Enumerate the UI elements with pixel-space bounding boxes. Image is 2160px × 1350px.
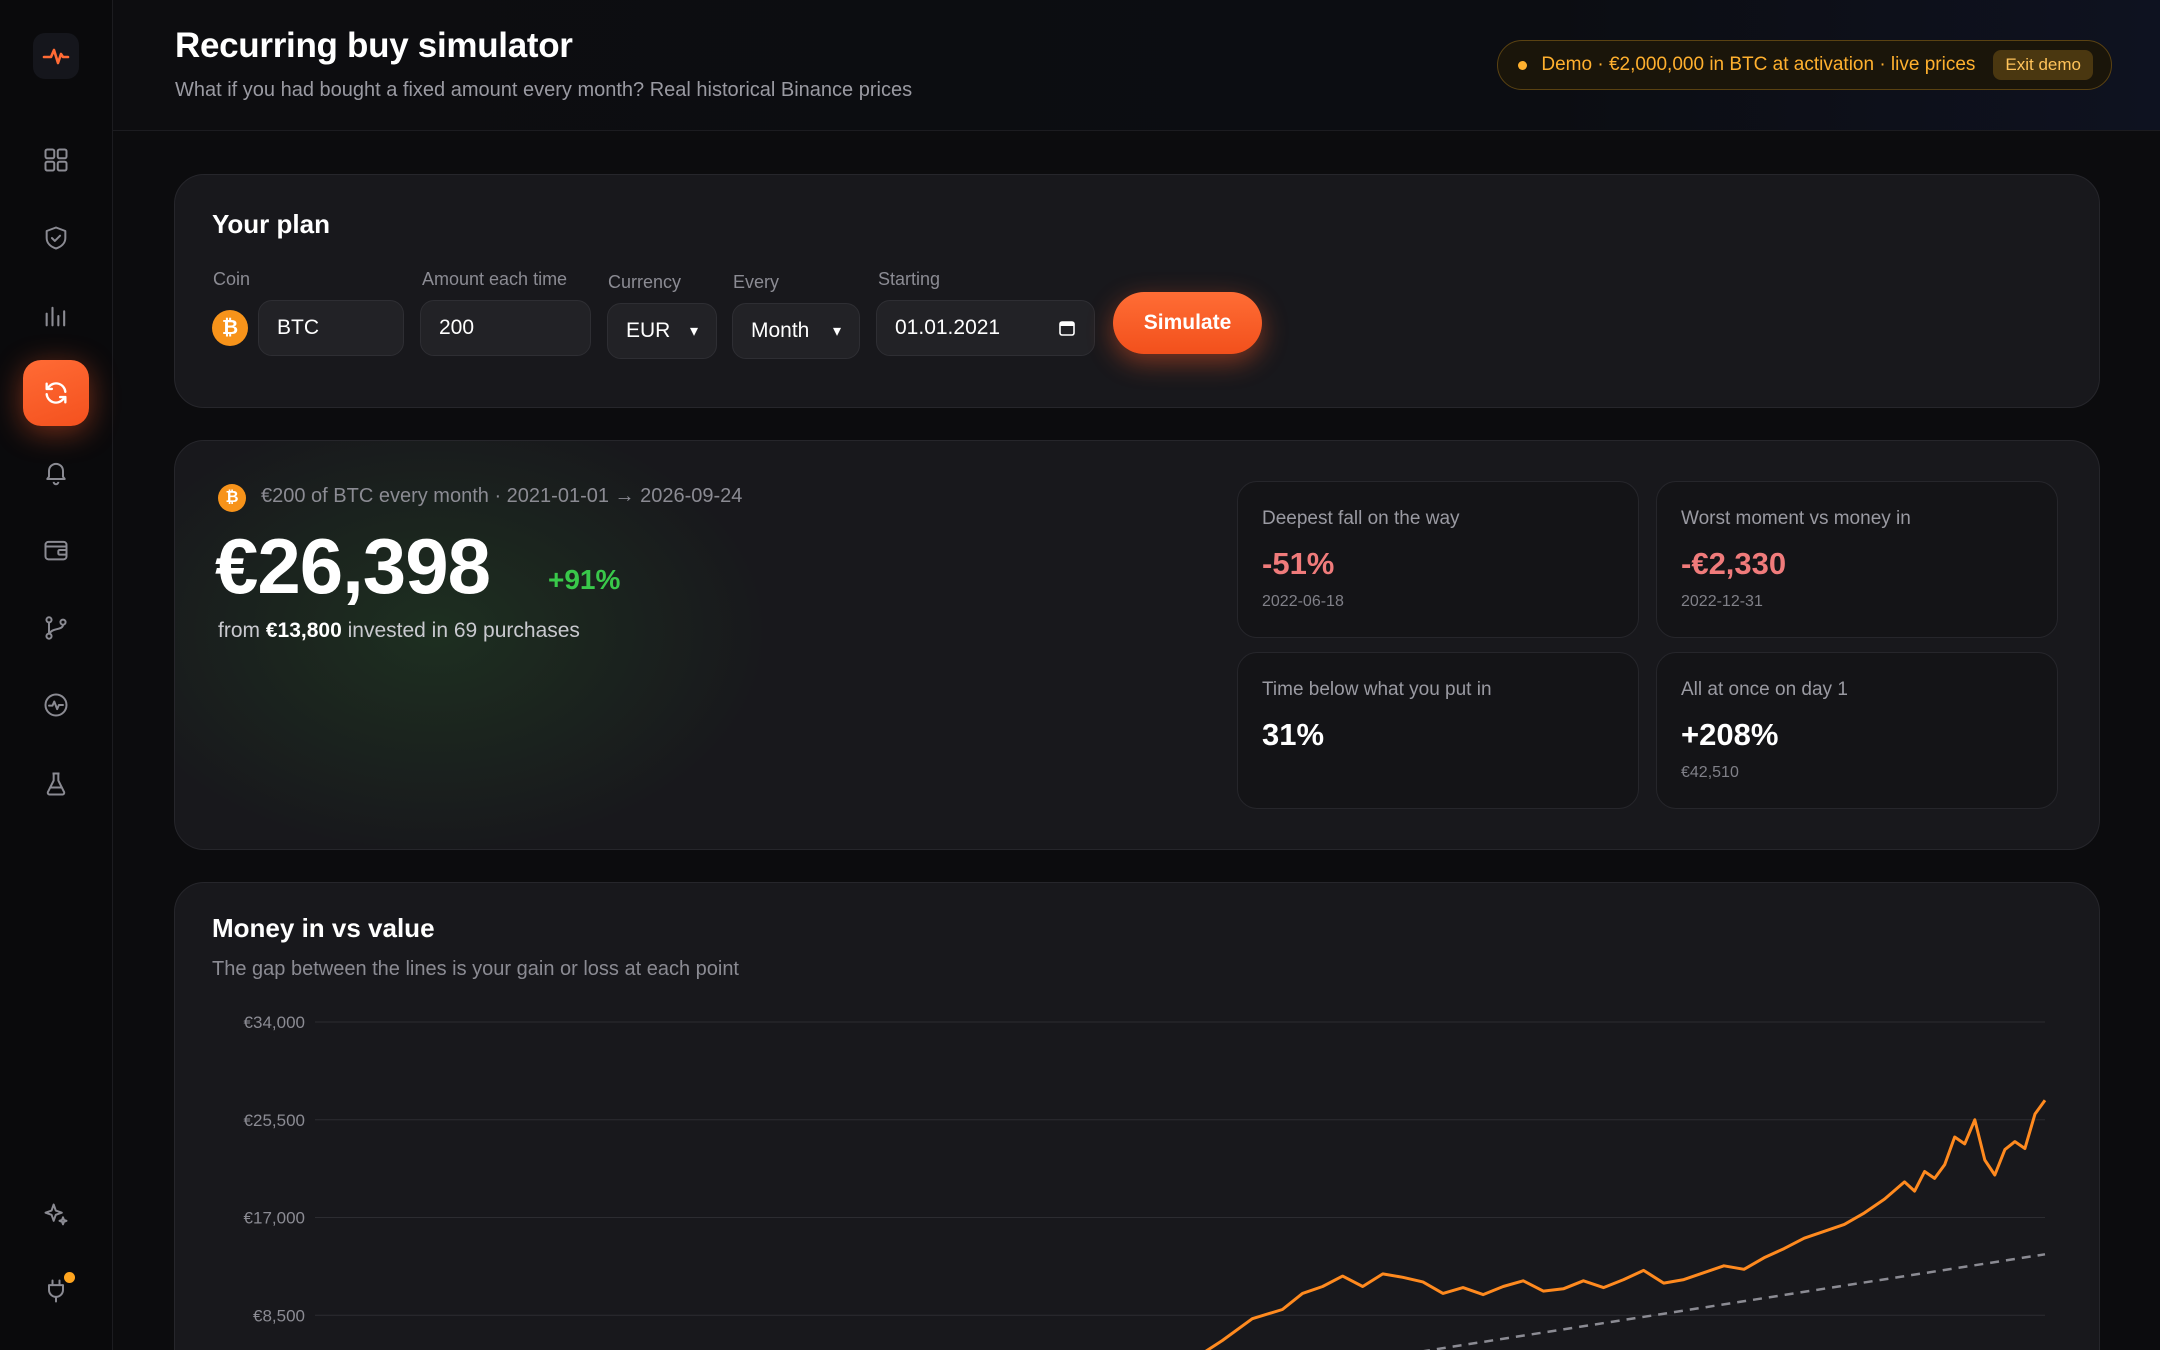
value-line [1204,1099,2047,1350]
invested-amount: €13,800 [265,619,342,642]
sidebar-item-flows[interactable] [23,595,89,661]
pulse-logo-icon [42,48,70,65]
page-header: Recurring buy simulator What if you had … [113,0,2160,131]
coin-label: Coin [213,269,251,289]
amount-value: 200 [439,316,475,339]
stat-value: -€2,330 [1681,546,1787,581]
currency-value: EUR [626,319,671,342]
amount-label: Amount each time [422,269,568,289]
y-tick-label: €8,500 [253,1306,305,1325]
sidebar-item-activity[interactable] [23,672,89,738]
simulate-button[interactable]: Simulate [1113,292,1262,354]
sidebar-item-recurring[interactable] [23,360,89,426]
stat-worst-moment: Worst moment vs money in -€2,330 2022-12… [1656,481,2058,638]
bell-icon [46,462,66,486]
stat-sub-value: €42,510 [1681,764,1739,781]
coin-input[interactable]: BTC [258,300,404,356]
currency-select[interactable]: EUR ▾ [607,303,717,359]
frequency-select[interactable]: Month ▾ [732,303,860,359]
stat-date: 2022-12-31 [1681,593,1763,610]
stat-label: Time below what you put in [1262,679,1492,700]
notification-badge [64,1272,75,1283]
stat-label: Worst moment vs money in [1681,508,1911,529]
sidebar-item-lab[interactable] [23,751,89,817]
sidebar-item-analytics[interactable] [23,283,89,349]
chevron-down-icon: ▾ [689,323,698,340]
money-vs-value-chart[interactable]: €34,000 €25,500 €17,000 €8,500 [175,883,2101,1350]
page-title: Recurring buy simulator [175,26,573,65]
sparkles-icon [44,1203,68,1226]
results-card: ₿ €200 of BTC every month · 2021-01-01 →… [174,440,2100,850]
branch-icon [45,616,67,640]
starting-label: Starting [878,269,941,289]
stat-label: Deepest fall on the way [1262,508,1460,529]
plan-summary: €200 of BTC every month · 2021-01-01 → 2… [261,485,743,507]
sidebar-item-security[interactable] [23,205,89,271]
stat-value: 31% [1262,717,1325,752]
chevron-down-icon: ▾ [832,323,841,340]
bar-chart-icon [45,306,66,327]
activity-icon [44,693,68,717]
y-tick-label: €34,000 [244,1013,305,1032]
frequency-value: Month [751,319,810,342]
sidebar-item-wallet[interactable] [23,517,89,583]
refresh-icon [45,382,67,404]
stat-lump-sum: All at once on day 1 +208% €42,510 [1656,652,2058,809]
exit-demo-button[interactable]: Exit demo [1993,50,2093,80]
final-value: €26,398 [215,522,491,610]
start-date-value: 01.01.2021 [895,316,1001,339]
stat-deepest-fall: Deepest fall on the way -51% 2022-06-18 [1237,481,1639,638]
currency-label: Currency [608,272,682,292]
plan-card: Your plan Coin ₿ BTC Amount each time 20… [174,174,2100,408]
stat-time-below: Time below what you put in 31% [1237,652,1639,809]
amount-input[interactable]: 200 [420,300,591,356]
app-logo[interactable] [33,33,79,79]
dashboard-icon [44,148,68,172]
page-subtitle: What if you had bought a fixed amount ev… [175,79,913,101]
sidebar-item-dashboard[interactable] [23,127,89,193]
sidebar-item-integrations[interactable] [23,1258,89,1324]
sidebar [0,0,113,1350]
coin-value: BTC [277,316,319,339]
invested-prefix: from [218,619,260,642]
start-date-input[interactable]: 01.01.2021 [876,300,1095,356]
btc-coin-icon: ₿ [212,310,248,346]
chart-card: Money in vs value The gap between the li… [174,882,2100,1350]
money-in-line [1422,1253,2046,1350]
demo-status-dot [1518,60,1528,70]
stat-value: +208% [1681,717,1779,752]
stat-value: -51% [1262,546,1335,581]
flask-icon [46,772,66,796]
plan-title: Your plan [212,209,330,239]
total-change: +91% [548,564,621,595]
invested-suffix: invested in 69 purchases [347,619,580,642]
demo-banner: Demo · €2,000,000 in BTC at activation ·… [1497,40,2112,90]
wallet-icon [44,540,68,561]
calendar-icon[interactable] [1058,319,1076,337]
y-tick-label: €25,500 [244,1111,305,1130]
stat-date: 2022-06-18 [1262,593,1344,610]
y-tick-label: €17,000 [244,1209,305,1228]
sidebar-item-ai[interactable] [23,1182,89,1248]
shield-icon [45,226,67,250]
stat-label: All at once on day 1 [1681,679,1848,700]
demo-text: Demo · €2,000,000 in BTC at activation ·… [1541,54,1976,75]
btc-coin-icon: ₿ [218,484,246,512]
sidebar-item-alerts[interactable] [23,439,89,505]
invested-summary: from €13,800 invested in 69 purchases [218,619,580,643]
every-label: Every [733,272,780,292]
